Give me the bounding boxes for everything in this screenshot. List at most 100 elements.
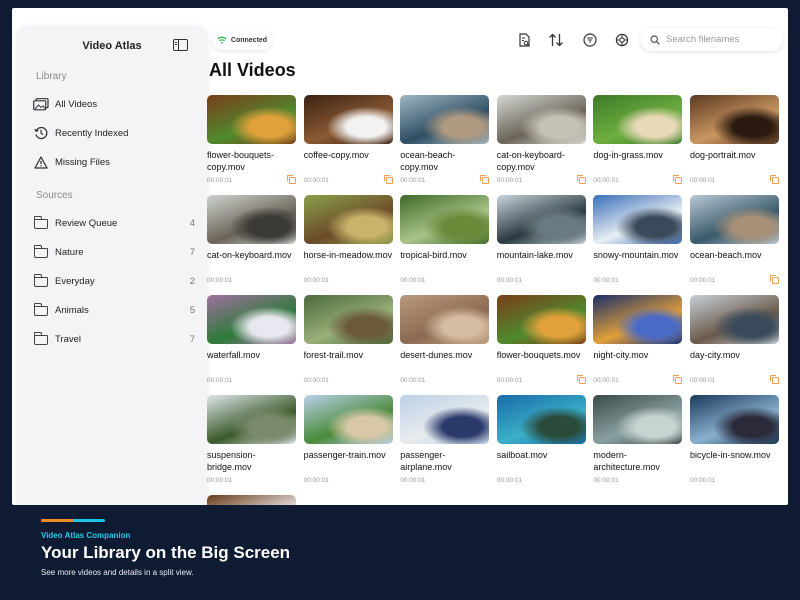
sidebar-item-review-queue[interactable]: Review Queue 4 <box>33 212 195 234</box>
video-card[interactable]: snowy-mountain.mov 00:00:01 <box>593 195 683 291</box>
video-thumbnail[interactable] <box>207 395 296 444</box>
video-card[interactable]: coffee-copy.mov 00:00:01 <box>303 95 393 191</box>
video-card[interactable]: flower-bouquets.mov 00:00:01 <box>496 295 586 391</box>
search-input[interactable] <box>666 34 776 45</box>
sidebar-item-travel[interactable]: Travel 7 <box>33 328 195 350</box>
video-thumbnail[interactable] <box>496 195 586 244</box>
sidebar-toggle-icon[interactable] <box>173 39 188 51</box>
clock-history-icon <box>33 126 49 140</box>
video-card[interactable]: forest-trail.mov 00:00:01 <box>303 295 393 391</box>
filter-button[interactable] <box>577 28 603 52</box>
video-thumbnail[interactable] <box>303 295 393 344</box>
video-card[interactable]: dog-in-grass.mov 00:00:01 <box>593 95 683 191</box>
video-card[interactable]: cat-on-keyboard-copy.mov 00:00:01 <box>496 95 586 191</box>
video-thumbnail[interactable] <box>690 95 779 144</box>
video-thumbnail[interactable] <box>593 295 683 344</box>
video-duration: 00:00:01 <box>690 477 716 484</box>
video-card[interactable]: horse-in-meadow.mov 00:00:01 <box>303 195 393 291</box>
video-thumbnail[interactable] <box>690 395 779 444</box>
copy-icon[interactable] <box>480 175 490 184</box>
video-card[interactable]: bicycle-in-snow.mov 00:00:01 <box>690 395 779 491</box>
video-duration: 00:00:01 <box>303 477 329 484</box>
copy-icon[interactable] <box>383 175 393 184</box>
video-meta: 00:00:01 <box>690 275 779 284</box>
accent-bar <box>41 519 105 522</box>
video-card[interactable]: mountain-lake.mov 00:00:01 <box>496 195 586 291</box>
video-card[interactable]: day-city.mov 00:00:01 <box>690 295 779 391</box>
video-filename: sailboat.mov <box>496 450 548 460</box>
video-filename: cat-on-keyboard.mov <box>207 250 292 260</box>
video-card[interactable]: modern-architecture.mov 00:00:01 <box>593 395 683 491</box>
video-thumbnail[interactable] <box>690 295 779 344</box>
sidebar-item-nature[interactable]: Nature 7 <box>33 241 195 263</box>
copy-icon[interactable] <box>673 375 683 384</box>
video-thumbnail[interactable] <box>207 495 296 505</box>
video-thumbnail[interactable] <box>593 195 683 244</box>
video-card[interactable]: tropical-bird.mov 00:00:01 <box>400 195 490 291</box>
video-card[interactable]: waterfall.mov 00:00:01 <box>207 295 296 391</box>
video-thumbnail[interactable] <box>496 395 586 444</box>
copy-icon[interactable] <box>770 375 779 384</box>
video-card[interactable]: night-city.mov 00:00:01 <box>593 295 683 391</box>
video-filename: coffee-copy.mov <box>303 150 369 160</box>
video-card[interactable]: suspension-bridge.mov 00:00:01 <box>207 395 296 491</box>
video-thumbnail[interactable] <box>303 395 393 444</box>
page-title: All Videos <box>209 60 296 80</box>
video-duration: 00:00:01 <box>400 477 426 484</box>
video-thumbnail[interactable] <box>400 295 490 344</box>
video-card[interactable]: ocean-beach.mov 00:00:01 <box>690 195 779 291</box>
folder-icon <box>33 216 49 230</box>
video-meta: 00:00:01 <box>400 277 489 284</box>
copy-icon[interactable] <box>770 175 779 184</box>
video-thumbnail[interactable] <box>303 195 393 244</box>
photos-icon <box>33 97 49 111</box>
video-thumbnail[interactable] <box>496 95 586 144</box>
copy-icon[interactable] <box>576 175 586 184</box>
sidebar-item-everyday[interactable]: Everyday 2 <box>33 270 195 292</box>
video-filename: modern-architecture.mov <box>593 450 660 472</box>
sidebar-item-animals[interactable]: Animals 5 <box>33 299 195 321</box>
video-thumbnail[interactable] <box>593 95 683 144</box>
video-meta: 00:00:01 <box>593 277 682 284</box>
video-thumbnail[interactable] <box>207 195 296 244</box>
sidebar-item-missing-files[interactable]: Missing Files <box>33 151 195 173</box>
video-thumbnail[interactable] <box>593 395 683 444</box>
folder-icon <box>33 303 49 317</box>
search-field[interactable] <box>640 28 783 51</box>
sidebar-item-all-videos[interactable]: All Videos <box>33 93 195 115</box>
copy-icon[interactable] <box>770 275 779 284</box>
video-card[interactable]: desert-dunes.mov 00:00:01 <box>400 295 490 391</box>
video-card[interactable]: ocean-beach-copy.mov 00:00:01 <box>400 95 490 191</box>
copy-icon[interactable] <box>287 175 296 184</box>
video-thumbnail[interactable] <box>303 95 393 144</box>
sidebar-item-count: 5 <box>189 304 195 316</box>
video-thumbnail[interactable] <box>400 395 490 444</box>
sidebar-item-label: Everyday <box>55 275 95 287</box>
video-meta: 00:00:01 <box>497 375 586 384</box>
sidebar-item-count: 7 <box>189 246 195 258</box>
promo-title: Your Library on the Big Screen <box>41 543 291 562</box>
video-card[interactable]: sailboat.mov 00:00:01 <box>496 395 586 491</box>
video-filename: horse-in-meadow.mov <box>303 250 393 260</box>
video-thumbnail[interactable] <box>400 95 490 144</box>
video-card[interactable]: passenger-train.mov 00:00:01 <box>303 395 393 491</box>
video-card[interactable] <box>207 495 296 505</box>
video-thumbnail[interactable] <box>400 195 490 244</box>
video-card[interactable]: passenger-airplane.mov 00:00:01 <box>400 395 490 491</box>
settings-button[interactable] <box>609 28 635 52</box>
video-card[interactable]: cat-on-keyboard.mov 00:00:01 <box>207 195 296 291</box>
video-thumbnail[interactable] <box>207 295 296 344</box>
sidebar-item-recently-indexed[interactable]: Recently Indexed <box>33 122 195 144</box>
video-card[interactable]: flower-bouquets-copy.mov 00:00:01 <box>207 95 296 191</box>
video-filename: passenger-airplane.mov <box>400 450 452 472</box>
video-thumbnail[interactable] <box>496 295 586 344</box>
report-search-button[interactable] <box>511 28 537 52</box>
video-filename: forest-trail.mov <box>303 350 364 360</box>
copy-icon[interactable] <box>576 375 586 384</box>
video-card[interactable]: dog-portrait.mov 00:00:01 <box>690 95 779 191</box>
video-thumbnail[interactable] <box>207 95 296 144</box>
video-thumbnail[interactable] <box>690 195 779 244</box>
copy-icon[interactable] <box>673 175 683 184</box>
sort-button[interactable] <box>543 28 569 52</box>
video-duration: 00:00:01 <box>496 477 523 484</box>
